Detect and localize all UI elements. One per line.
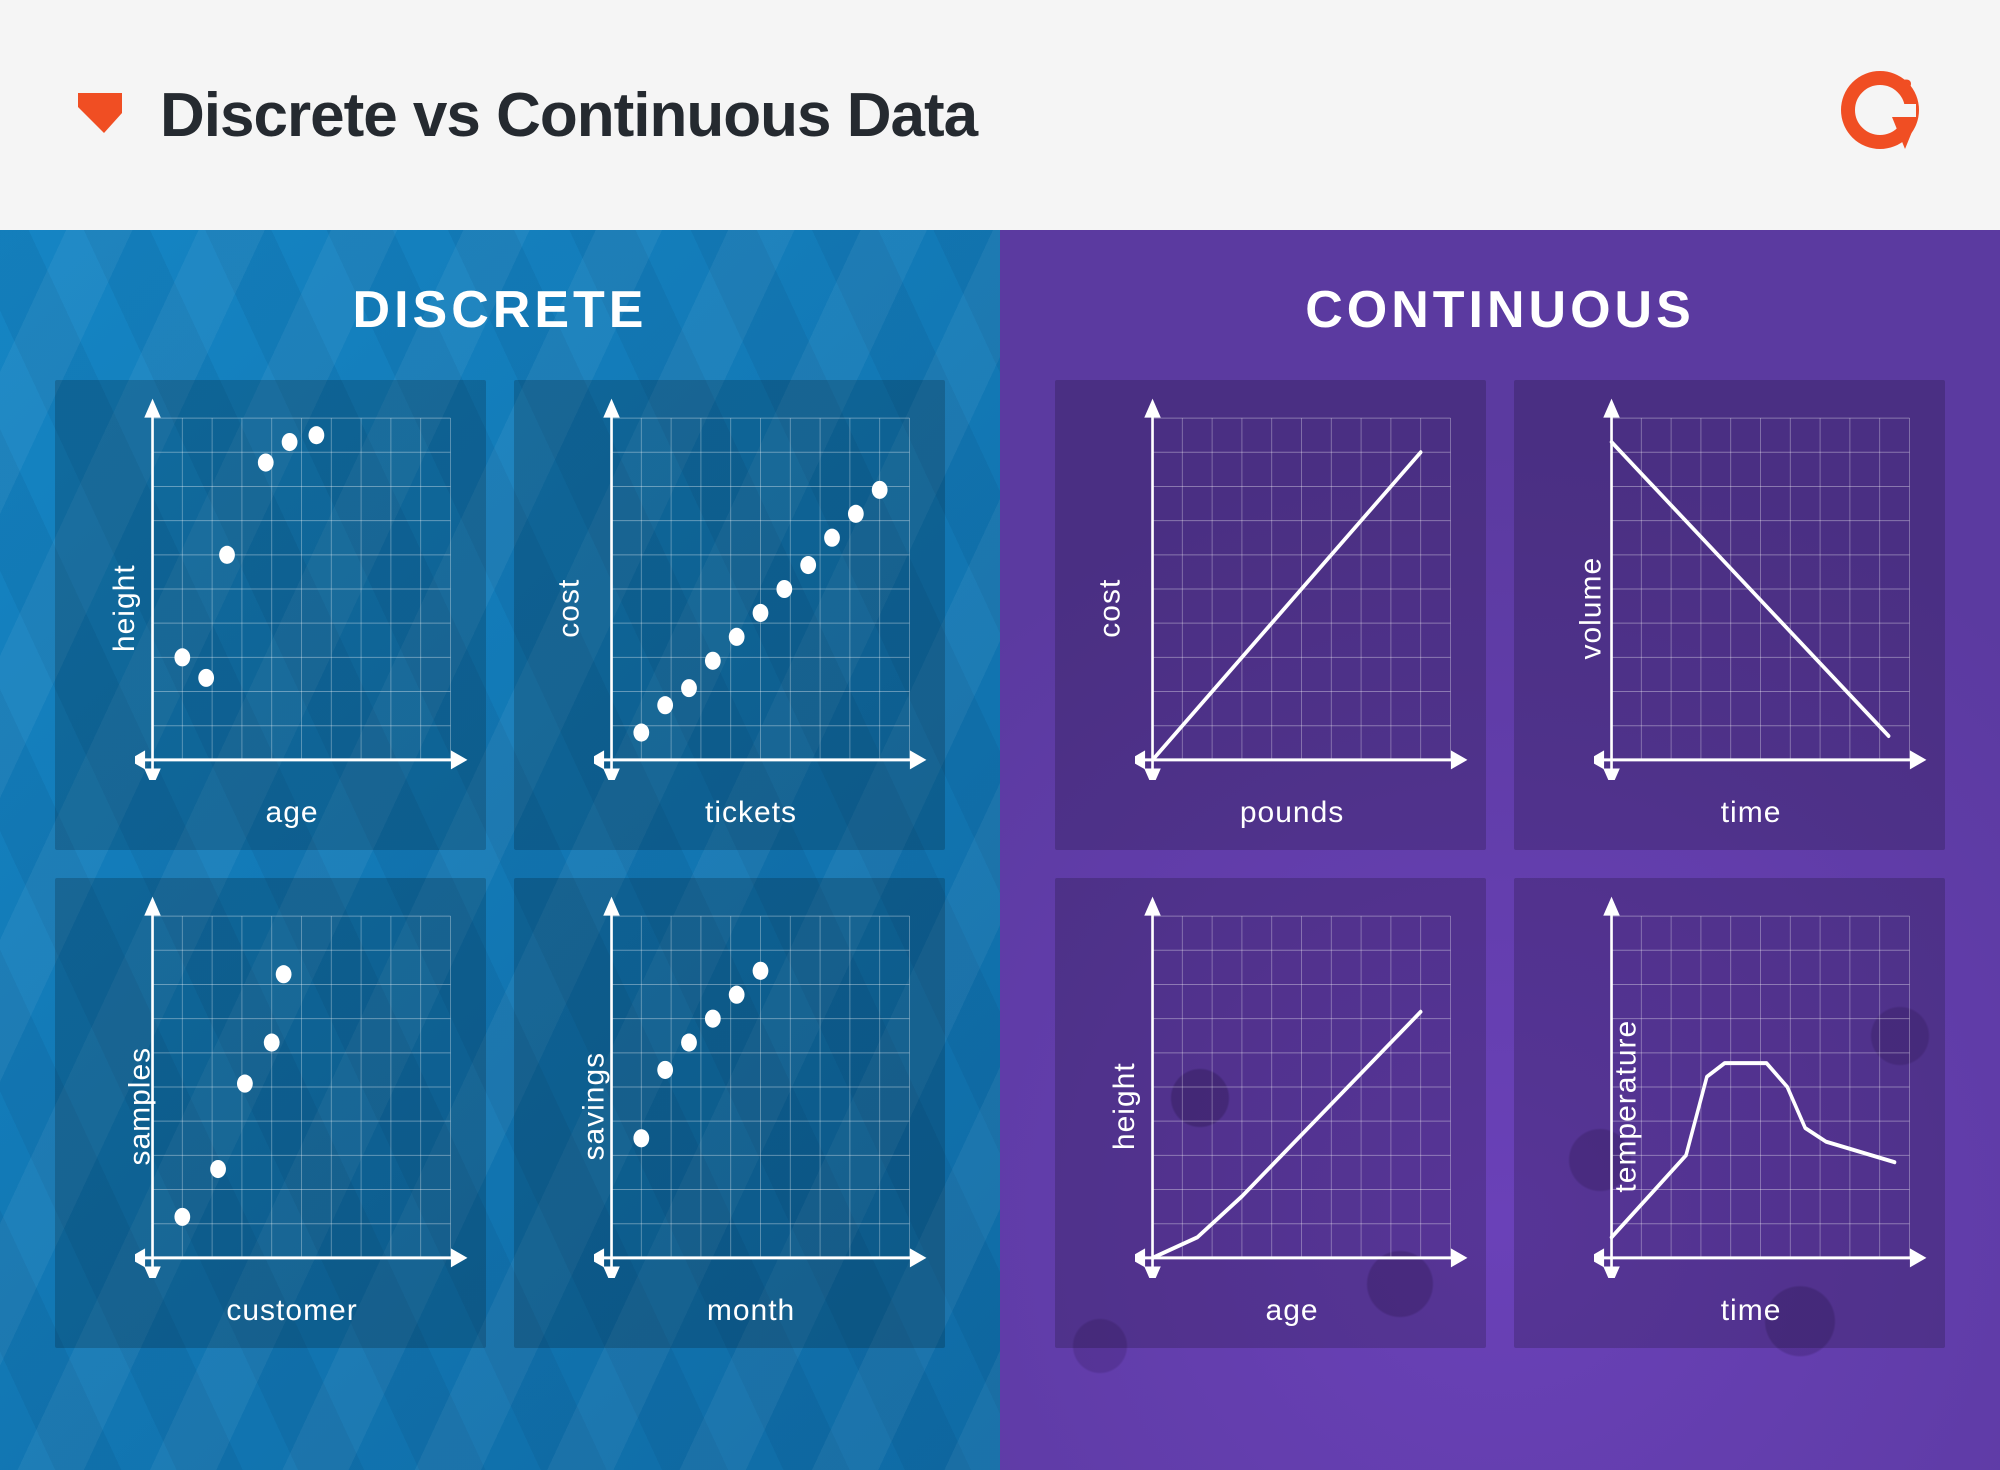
continuous-panel: CONTINUOUS cost pounds volume time height a…: [1000, 230, 2000, 1470]
chart-discrete-3: samples customer: [55, 878, 486, 1348]
content: DISCRETE height age cost tickets samples cu…: [0, 230, 2000, 1470]
chart-ylabel: temperature: [1609, 1020, 1643, 1193]
chart-discrete-1: height age: [55, 380, 486, 850]
discrete-panel: DISCRETE height age cost tickets samples cu…: [0, 230, 1000, 1470]
chart-xlabel: time: [1721, 796, 1782, 830]
page-title: Discrete vs Continuous Data: [160, 80, 977, 151]
chart-xlabel: pounds: [1240, 796, 1344, 830]
chart-ylabel: height: [1108, 1062, 1142, 1150]
chart-svg: [135, 896, 468, 1278]
chart-svg: [1135, 896, 1468, 1278]
chart-xlabel: tickets: [705, 796, 797, 830]
chart-continuous-3: height age: [1055, 878, 1486, 1348]
chart-ylabel: height: [108, 564, 142, 652]
chart-ylabel: cost: [553, 579, 587, 638]
chart-ylabel: cost: [1094, 579, 1128, 638]
discrete-title: DISCRETE: [55, 280, 945, 340]
chart-ylabel: savings: [577, 1052, 611, 1161]
chart-svg: [135, 398, 468, 780]
header-left: Discrete vs Continuous Data: [70, 80, 977, 151]
chart-ylabel: volume: [1574, 557, 1608, 660]
chart-xlabel: age: [266, 796, 319, 830]
continuous-title: CONTINUOUS: [1055, 280, 1945, 340]
chart-xlabel: age: [1266, 1294, 1319, 1328]
arrow-icon: [70, 85, 130, 145]
continuous-charts-grid: cost pounds volume time height age temperat…: [1055, 380, 1945, 1348]
chart-xlabel: month: [707, 1294, 795, 1328]
chart-svg: [1594, 896, 1927, 1278]
chart-svg: [1135, 398, 1468, 780]
chart-continuous-2: volume time: [1514, 380, 1945, 850]
chart-svg: [1594, 398, 1927, 780]
chart-continuous-1: cost pounds: [1055, 380, 1486, 850]
svg-text:2: 2: [1900, 75, 1912, 100]
chart-svg: [594, 398, 927, 780]
chart-svg: [594, 896, 927, 1278]
chart-continuous-4: temperature time: [1514, 878, 1945, 1348]
chart-ylabel: samples: [123, 1047, 157, 1166]
g2-logo-icon: 2: [1830, 65, 1930, 165]
chart-xlabel: time: [1721, 1294, 1782, 1328]
header: Discrete vs Continuous Data 2: [0, 0, 2000, 230]
chart-xlabel: customer: [226, 1294, 357, 1328]
chart-discrete-4: savings month: [514, 878, 945, 1348]
discrete-charts-grid: height age cost tickets samples customer sa…: [55, 380, 945, 1348]
chart-discrete-2: cost tickets: [514, 380, 945, 850]
